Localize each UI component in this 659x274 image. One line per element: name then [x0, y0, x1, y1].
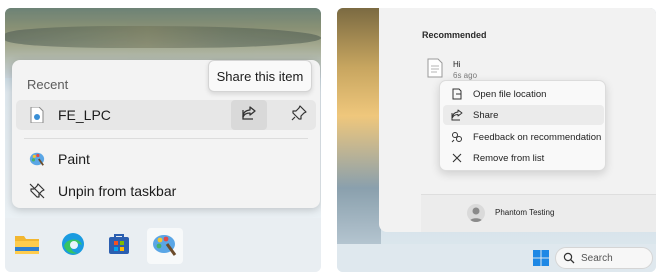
menu-item-feedback[interactable]: Feedback on recommendation — [443, 127, 604, 147]
menu-item-open-file-location[interactable]: Open file location — [443, 84, 604, 104]
task-paint[interactable]: Paint — [16, 144, 316, 174]
pin-button[interactable] — [281, 100, 317, 130]
context-menu: Open file location Share Feedback on rec… — [439, 80, 606, 171]
taskbar-jumplist-panel: Recent FE_LPC Paint Unpin from taskbar S… — [5, 8, 321, 272]
feedback-icon — [451, 131, 463, 143]
edge-icon — [60, 231, 86, 262]
start-menu-footer: Phantom Testing — [421, 194, 656, 232]
document-icon — [29, 107, 45, 123]
share-button[interactable] — [231, 100, 267, 130]
search-label: Search — [581, 252, 613, 264]
pin-icon — [291, 104, 307, 126]
menu-item-label: Share — [473, 109, 499, 121]
taskbar-search-box[interactable]: Search — [555, 247, 653, 269]
recent-heading: Recent — [27, 77, 69, 92]
task-label: Unpin from taskbar — [58, 183, 177, 199]
recent-item-label: FE_LPC — [58, 107, 111, 123]
share-icon — [241, 105, 257, 126]
recent-item-fe-lpc[interactable]: FE_LPC — [16, 100, 316, 130]
file-explorer-icon — [14, 233, 40, 260]
user-name[interactable]: Phantom Testing — [495, 208, 554, 217]
start-menu-panel: Recommended Hi 6s ago Open file location — [337, 8, 656, 272]
folder-open-icon — [451, 88, 463, 100]
windows-start-icon[interactable] — [533, 250, 549, 266]
menu-item-remove-from-list[interactable]: Remove from list — [443, 148, 604, 168]
menu-item-label: Open file location — [473, 88, 547, 100]
menu-item-label: Remove from list — [473, 152, 545, 164]
paint-icon — [152, 231, 178, 262]
start-menu: Recommended Hi 6s ago Open file location — [379, 8, 656, 232]
search-icon — [563, 252, 575, 264]
recommended-file-time: 6s ago — [453, 71, 478, 80]
screenshot-canvas: Recent FE_LPC Paint Unpin from taskbar S… — [0, 0, 659, 274]
file-icon[interactable] — [427, 58, 443, 78]
menu-item-share[interactable]: Share — [443, 105, 604, 125]
unpin-icon — [29, 183, 45, 199]
task-unpin-from-taskbar[interactable]: Unpin from taskbar — [16, 176, 316, 206]
task-label: Paint — [58, 151, 90, 167]
taskbar-paint[interactable] — [147, 228, 183, 264]
menu-divider — [24, 138, 308, 139]
recommended-file-name[interactable]: Hi — [453, 60, 461, 69]
share-icon — [451, 109, 463, 121]
taskbar: Search — [337, 244, 656, 272]
taskbar-edge[interactable] — [55, 228, 91, 264]
recommended-heading: Recommended — [422, 30, 487, 40]
desktop-wallpaper — [337, 8, 381, 248]
paint-icon — [29, 151, 45, 167]
taskbar — [5, 218, 321, 272]
close-icon — [451, 152, 463, 164]
taskbar-file-explorer[interactable] — [9, 228, 45, 264]
taskbar-store[interactable] — [101, 228, 137, 264]
share-tooltip: Share this item — [208, 60, 312, 92]
menu-item-label: Feedback on recommendation — [473, 131, 602, 143]
store-icon — [107, 232, 131, 261]
user-avatar[interactable] — [467, 204, 485, 222]
